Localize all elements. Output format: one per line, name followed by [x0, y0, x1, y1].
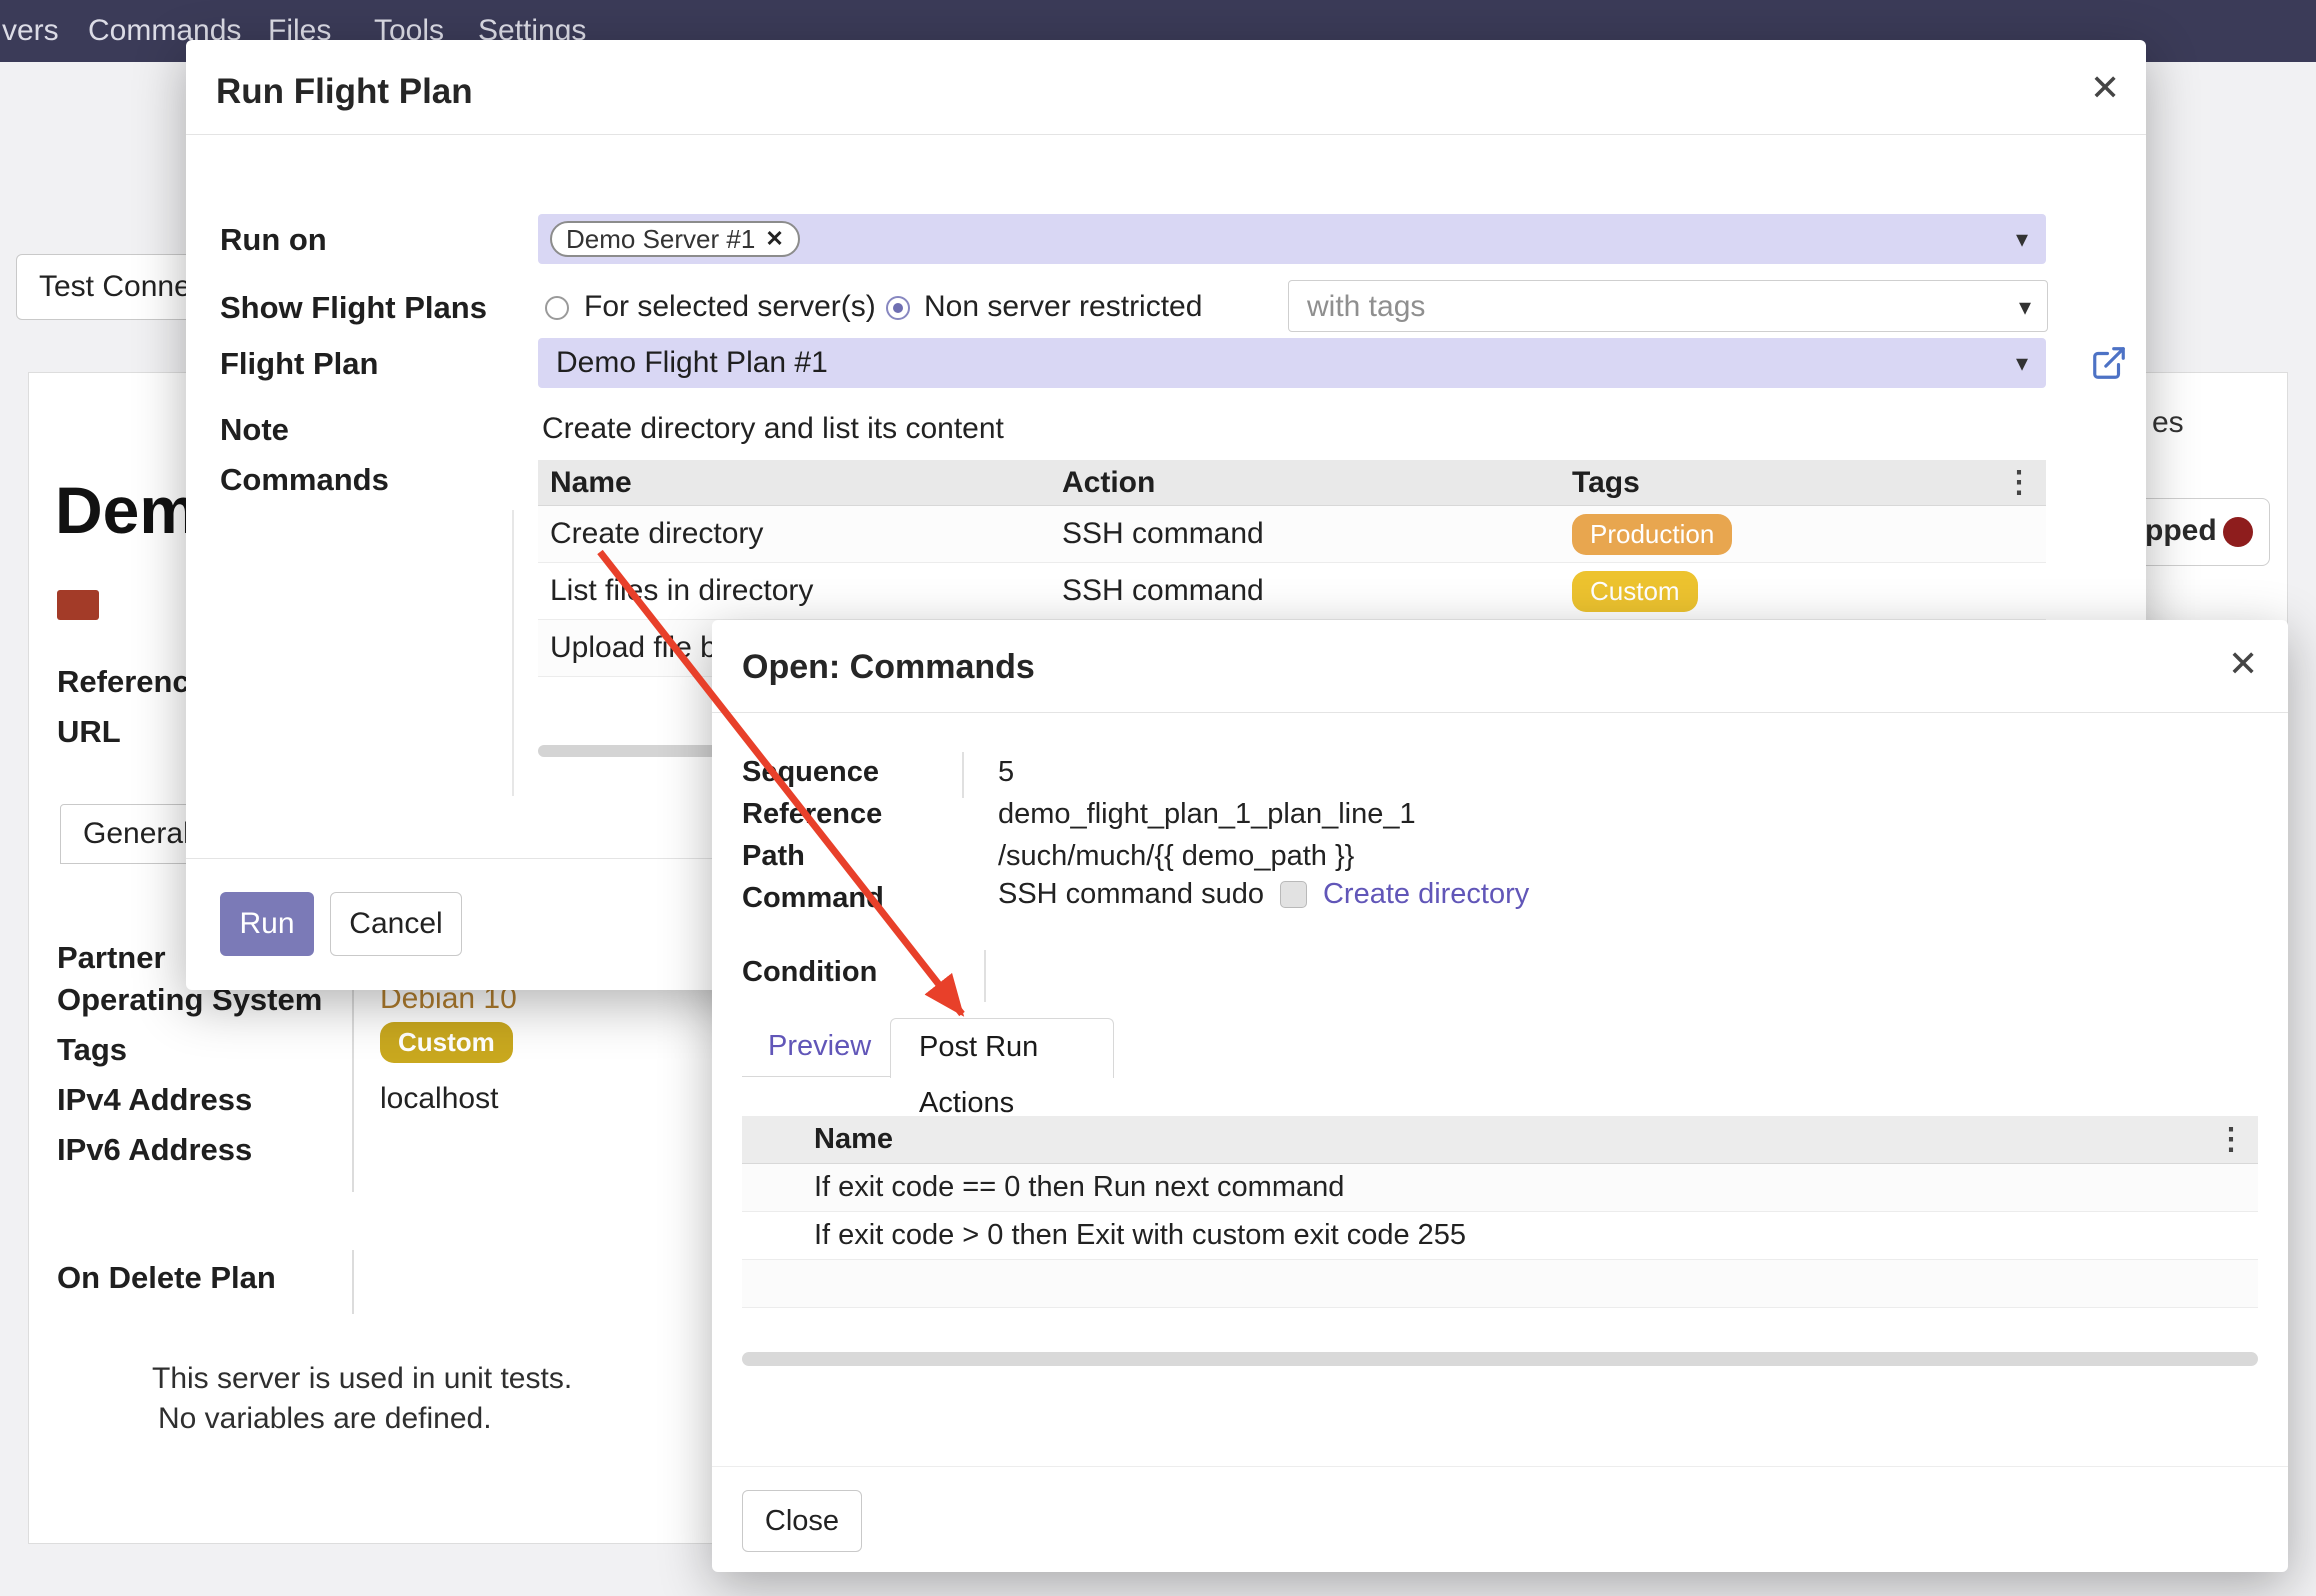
field-separator	[352, 1250, 354, 1314]
url-label: URL	[57, 714, 121, 750]
field-separator	[984, 950, 986, 1002]
commands-label: Commands	[220, 462, 389, 498]
sequence-value: 5	[998, 756, 1014, 789]
note-label: Note	[220, 412, 289, 448]
col-name[interactable]: Name	[538, 466, 1050, 500]
with-tags-placeholder: with tags	[1307, 290, 1425, 324]
reference-label: Reference	[57, 664, 207, 700]
show-flight-plans-label: Show Flight Plans	[220, 290, 487, 326]
table-options-icon[interactable]: ⋮	[2216, 1122, 2258, 1157]
col-action[interactable]: Action	[1050, 466, 1560, 500]
modal-title: Open: Commands	[742, 648, 1035, 687]
color-swatch[interactable]	[57, 590, 99, 620]
path-label: Path	[742, 840, 805, 873]
server-chip-label: Demo Server #1	[566, 224, 755, 255]
sequence-label: Sequence	[742, 756, 879, 789]
flight-plan-select[interactable]: Demo Flight Plan #1 ▾	[538, 338, 2046, 388]
close-icon[interactable]: ✕	[2228, 646, 2258, 682]
tab-post-run-actions[interactable]: Post Run Actions	[890, 1018, 1114, 1078]
actions-table-header: Name ⋮	[742, 1116, 2258, 1164]
create-directory-link[interactable]: Create directory	[1323, 878, 1529, 911]
cancel-button[interactable]: Cancel	[330, 892, 462, 956]
divider	[186, 134, 2146, 135]
cell-name: Create directory	[538, 517, 1050, 551]
run-on-label: Run on	[220, 222, 327, 258]
radio-non-server-restricted-label[interactable]: Non server restricted	[924, 290, 1202, 324]
tag-badge: Production	[1572, 514, 1732, 555]
partner-label: Partner	[57, 940, 166, 976]
tab-preview[interactable]: Preview	[742, 1016, 897, 1076]
run-button[interactable]: Run	[220, 892, 314, 956]
table-row[interactable]: If exit code > 0 then Exit with custom e…	[742, 1212, 2258, 1260]
label-column-separator	[512, 510, 514, 796]
open-commands-modal: Open: Commands ✕ Sequence 5 Reference de…	[712, 620, 2288, 1572]
radio-selected-servers-label[interactable]: For selected server(s)	[584, 290, 876, 324]
caret-down-icon[interactable]: ▾	[2016, 225, 2028, 254]
cell-name: If exit code > 0 then Exit with custom e…	[742, 1219, 1466, 1252]
modal-title: Run Flight Plan	[216, 72, 473, 112]
flight-plan-value: Demo Flight Plan #1	[556, 346, 828, 380]
run-on-field[interactable]: Demo Server #1 ✕ ▾	[538, 214, 2046, 264]
nav-item-servers[interactable]: vers	[2, 14, 59, 48]
checkbox[interactable]	[1280, 881, 1307, 908]
table-options-icon[interactable]: ⋮	[2004, 465, 2046, 500]
table-row[interactable]: If exit code == 0 then Run next command	[742, 1164, 2258, 1212]
command-value: SSH command sudo	[998, 878, 1264, 911]
col-name[interactable]: Name	[798, 1123, 2216, 1156]
cell-name: List files in directory	[538, 574, 1050, 608]
ipv4-value: localhost	[380, 1082, 498, 1116]
tab-general-label: General	[83, 817, 190, 850]
unit-test-note-line2: No variables are defined.	[158, 1402, 492, 1436]
cell-action: SSH command	[1050, 574, 1560, 608]
close-button[interactable]: Close	[742, 1490, 862, 1552]
post-run-actions-table: Name ⋮ If exit code == 0 then Run next c…	[742, 1116, 2258, 1308]
close-icon[interactable]: ✕	[2090, 70, 2120, 106]
reference-label: Reference	[742, 798, 882, 831]
cell-action: SSH command	[1050, 517, 1560, 551]
radio-non-server-restricted[interactable]	[886, 296, 910, 320]
path-value: /such/much/{{ demo_path }}	[998, 840, 1354, 873]
horizontal-scrollbar[interactable]	[742, 1352, 2258, 1366]
unit-test-note-line1: This server is used in unit tests.	[152, 1362, 572, 1396]
commands-table-header: Name Action Tags ⋮	[538, 460, 2046, 506]
col-tags[interactable]: Tags	[1560, 466, 2004, 500]
tag-badge: Custom	[1572, 571, 1698, 612]
flight-plan-label: Flight Plan	[220, 346, 378, 382]
status-dot-icon	[2223, 517, 2253, 547]
table-row[interactable]: List files in directory SSH command Cust…	[538, 563, 2046, 620]
notebook-tabs: Preview Post Run Actions	[742, 1016, 1114, 1077]
field-separator	[962, 752, 964, 798]
reference-value: demo_flight_plan_1_plan_line_1	[998, 798, 1416, 831]
footer-divider	[712, 1466, 2288, 1467]
external-link-icon[interactable]	[2090, 344, 2128, 382]
divider	[712, 712, 2288, 713]
server-chip[interactable]: Demo Server #1 ✕	[550, 221, 800, 257]
command-label: Command	[742, 882, 884, 915]
note-value: Create directory and list its content	[542, 412, 1004, 446]
tags-label: Tags	[57, 1032, 127, 1068]
right-panel-fragment: es	[2152, 406, 2184, 440]
with-tags-select[interactable]: with tags ▾	[1288, 280, 2048, 332]
ipv4-label: IPv4 Address	[57, 1082, 252, 1118]
table-row-empty[interactable]	[742, 1260, 2258, 1308]
caret-down-icon[interactable]: ▾	[2016, 349, 2028, 378]
caret-down-icon[interactable]: ▾	[2019, 293, 2031, 322]
cell-name: If exit code == 0 then Run next command	[742, 1171, 1344, 1204]
table-row[interactable]: Create directory SSH command Production	[538, 506, 2046, 563]
radio-selected-servers[interactable]	[545, 296, 569, 320]
tags-badge: Custom	[380, 1022, 513, 1063]
condition-label: Condition	[742, 956, 877, 989]
command-value-row: SSH command sudo Create directory	[998, 878, 1529, 911]
chip-remove-icon[interactable]: ✕	[765, 226, 783, 252]
status-label-fragment: pped	[2145, 514, 2217, 548]
ipv6-label: IPv6 Address	[57, 1132, 252, 1168]
test-connection-label: Test Conne	[39, 270, 191, 303]
on-delete-plan-label: On Delete Plan	[57, 1260, 276, 1296]
